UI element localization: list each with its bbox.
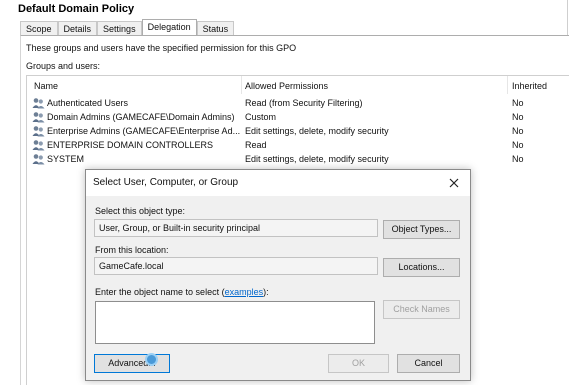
row-permissions: Read xyxy=(245,140,267,150)
location-field: GameCafe.local xyxy=(94,257,378,275)
row-permissions: Custom xyxy=(245,112,277,122)
column-header-inherited[interactable]: Inherited xyxy=(512,81,547,91)
row-inherited: No xyxy=(512,154,524,164)
users-group-icon xyxy=(32,139,45,151)
dialog-title: Select User, Computer, or Group xyxy=(93,177,239,188)
row-inherited: No xyxy=(512,98,524,108)
advanced-button[interactable]: Advanced... xyxy=(94,354,170,373)
tab-details[interactable]: Details xyxy=(57,21,98,35)
check-names-button[interactable]: Check Names xyxy=(383,300,460,319)
object-name-label: Enter the object name to select (example… xyxy=(95,287,269,297)
tab-scope[interactable]: Scope xyxy=(20,21,58,35)
row-name: Domain Admins (GAMECAFE\Domain Admins) xyxy=(47,112,235,122)
examples-link[interactable]: examples xyxy=(225,287,264,297)
groups-users-label: Groups and users: xyxy=(26,61,101,71)
select-user-dialog: Select User, Computer, or Group Select t… xyxy=(85,169,471,381)
column-divider[interactable] xyxy=(241,76,242,94)
dialog-titlebar[interactable]: Select User, Computer, or Group xyxy=(86,170,470,196)
users-group-icon xyxy=(32,153,45,165)
cursor-click-indicator xyxy=(145,353,158,366)
row-name: SYSTEM xyxy=(47,154,85,164)
row-name: Enterprise Admins (GAMECAFE\Enterprise A… xyxy=(47,126,241,136)
list-item[interactable]: Authenticated Users Read (from Security … xyxy=(32,97,562,111)
tab-settings[interactable]: Settings xyxy=(97,21,142,35)
object-type-label: Select this object type: xyxy=(95,206,186,216)
tab-status[interactable]: Status xyxy=(196,21,235,35)
object-name-input[interactable] xyxy=(95,301,375,344)
users-group-icon xyxy=(32,125,45,137)
users-group-icon xyxy=(32,111,45,123)
cancel-button[interactable]: Cancel xyxy=(397,354,460,373)
list-item[interactable]: Enterprise Admins (GAMECAFE\Enterprise A… xyxy=(32,125,562,139)
row-inherited: No xyxy=(512,112,524,122)
tab-delegation[interactable]: Delegation xyxy=(141,19,197,35)
object-types-button[interactable]: Object Types... xyxy=(383,220,460,239)
list-item[interactable]: Domain Admins (GAMECAFE\Domain Admins) C… xyxy=(32,111,562,125)
row-inherited: No xyxy=(512,126,524,136)
tab-strip: Scope Details Settings Delegation Status xyxy=(20,19,235,35)
object-type-field: User, Group, or Built-in security princi… xyxy=(94,219,378,237)
close-icon[interactable] xyxy=(444,173,464,193)
list-item[interactable]: ENTERPRISE DOMAIN CONTROLLERS Read No xyxy=(32,139,562,153)
delegation-description: These groups and users have the specifie… xyxy=(26,43,297,53)
window-title: Default Domain Policy xyxy=(18,3,135,15)
column-divider[interactable] xyxy=(507,76,508,94)
row-name: ENTERPRISE DOMAIN CONTROLLERS xyxy=(47,140,214,150)
users-group-icon xyxy=(32,97,45,109)
ok-button[interactable]: OK xyxy=(328,354,389,373)
row-permissions: Edit settings, delete, modify security xyxy=(245,154,389,164)
row-name: Authenticated Users xyxy=(47,98,129,108)
locations-button[interactable]: Locations... xyxy=(383,258,460,277)
row-inherited: No xyxy=(512,140,524,150)
row-permissions: Edit settings, delete, modify security xyxy=(245,126,389,136)
column-header-permissions[interactable]: Allowed Permissions xyxy=(245,81,328,91)
location-label: From this location: xyxy=(95,245,169,255)
row-permissions: Read (from Security Filtering) xyxy=(245,98,363,108)
column-header-name[interactable]: Name xyxy=(34,81,58,91)
list-item[interactable]: SYSTEM Edit settings, delete, modify sec… xyxy=(32,153,562,167)
